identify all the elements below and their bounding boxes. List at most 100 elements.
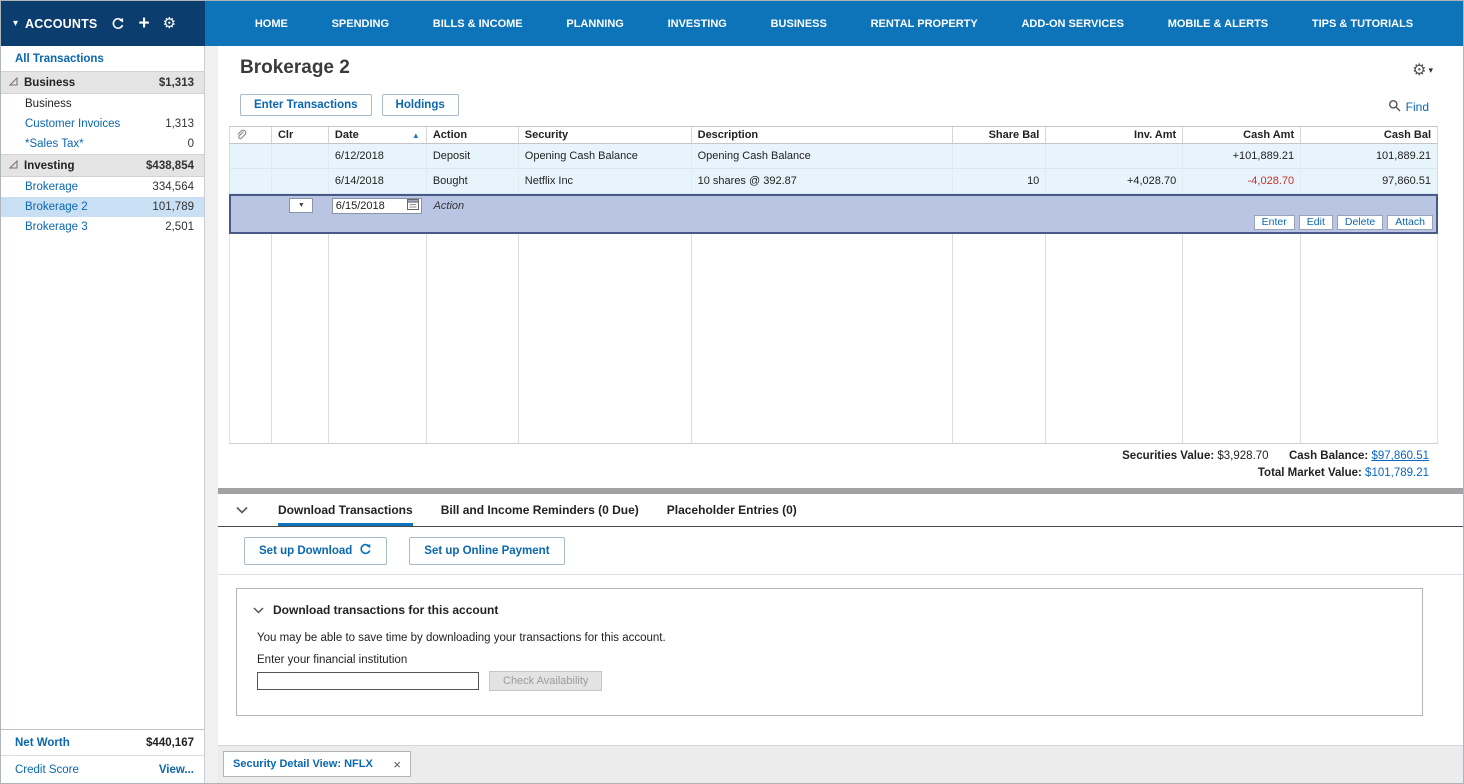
- account-amount: 1,313: [165, 118, 194, 130]
- net-worth-row[interactable]: Net Worth $440,167: [1, 729, 204, 755]
- attach-column-header[interactable]: [230, 127, 272, 143]
- transaction-register: Clr Date▲ Action Security Description Sh…: [229, 126, 1438, 444]
- security-column-header[interactable]: Security: [519, 127, 692, 143]
- set-up-download-button[interactable]: Set up Download: [244, 537, 387, 565]
- transaction-row[interactable]: 6/14/2018 Bought Netflix Inc 10 shares @…: [229, 169, 1438, 194]
- collapse-triangle-icon: [9, 160, 18, 172]
- sidebar-item-brokerage-2[interactable]: Brokerage 2 101,789: [1, 197, 204, 217]
- nav-tips-tutorials[interactable]: TIPS & TUTORIALS: [1312, 18, 1413, 30]
- accounts-title[interactable]: ACCOUNTS: [25, 17, 97, 31]
- securities-value-label: Securities Value:: [1122, 450, 1214, 462]
- check-availability-button[interactable]: Check Availability: [489, 671, 602, 691]
- sidebar-section-business[interactable]: Business $1,313: [1, 71, 204, 94]
- refresh-icon[interactable]: [111, 17, 125, 31]
- calendar-icon[interactable]: [407, 198, 419, 213]
- nav-planning[interactable]: PLANNING: [566, 18, 623, 30]
- share-bal-column-header[interactable]: Share Bal: [953, 127, 1046, 143]
- txn-action: Deposit: [427, 144, 519, 168]
- txn-description: Opening Cash Balance: [692, 144, 954, 168]
- download-transactions-box: Download transactions for this account Y…: [236, 588, 1423, 716]
- security-detail-view-tab[interactable]: Security Detail View: NFLX ×: [223, 751, 411, 777]
- chevron-down-icon[interactable]: [253, 603, 264, 617]
- sidebar-item-customer-invoices[interactable]: Customer Invoices 1,313: [1, 114, 204, 134]
- accounts-collapse-caret-icon[interactable]: ▾: [13, 18, 18, 29]
- collapse-triangle-icon: [9, 77, 18, 89]
- credit-score-view-link[interactable]: View...: [159, 764, 194, 776]
- register-toolbar: Enter Transactions Holdings: [240, 94, 459, 116]
- tab-placeholder-entries[interactable]: Placeholder Entries (0): [667, 494, 797, 526]
- account-summary: Securities Value: $3,928.70 Cash Balance…: [1122, 450, 1429, 484]
- set-up-online-payment-button[interactable]: Set up Online Payment: [409, 537, 564, 565]
- bottom-strip: Security Detail View: NFLX ×: [218, 745, 1463, 783]
- txn-security: Netflix Inc: [519, 169, 692, 193]
- financial-institution-input[interactable]: [257, 672, 479, 690]
- edit-date-input[interactable]: [336, 200, 398, 212]
- sidebar-section-investing[interactable]: Investing $438,854: [1, 154, 204, 177]
- download-box-description: You may be able to save time by download…: [237, 617, 1422, 644]
- tab-download-transactions[interactable]: Download Transactions: [278, 494, 413, 526]
- action-field-placeholder[interactable]: Action: [434, 200, 465, 212]
- sidebar-item-business-account[interactable]: Business: [1, 94, 204, 114]
- clr-column-header[interactable]: Clr: [272, 127, 329, 143]
- account-actions-gear-icon[interactable]: ⚙▾: [1412, 60, 1433, 80]
- sidebar-item-all-transactions[interactable]: All Transactions: [1, 46, 204, 71]
- cash-bal-column-header[interactable]: Cash Bal: [1301, 127, 1437, 143]
- description-column-header[interactable]: Description: [692, 127, 954, 143]
- nav-spending[interactable]: SPENDING: [332, 18, 389, 30]
- nav-addon-services[interactable]: ADD-ON SERVICES: [1021, 18, 1123, 30]
- sidebar-item-brokerage-3[interactable]: Brokerage 3 2,501: [1, 217, 204, 237]
- divider: [218, 574, 1463, 575]
- find-control[interactable]: Find: [1388, 99, 1429, 115]
- txn-cash-amt: +101,889.21: [1183, 144, 1301, 168]
- credit-score-row[interactable]: Credit Score View...: [1, 755, 204, 783]
- top-bar: ▾ ACCOUNTS + ⚙ HOME SPENDING BILLS & INC…: [1, 1, 1463, 46]
- txn-cash-amt: -4,028.70: [1183, 169, 1301, 193]
- nav-mobile-alerts[interactable]: MOBILE & ALERTS: [1168, 18, 1268, 30]
- cash-balance-label: Cash Balance:: [1289, 450, 1368, 462]
- txn-share-bal: 10: [953, 169, 1046, 193]
- txn-action: Bought: [427, 169, 519, 193]
- action-column-header[interactable]: Action: [427, 127, 519, 143]
- nav-business[interactable]: BUSINESS: [771, 18, 827, 30]
- register-empty-area[interactable]: [229, 234, 1438, 444]
- account-amount: 0: [188, 138, 194, 150]
- nav-rental-property[interactable]: RENTAL PROPERTY: [871, 18, 978, 30]
- edit-button[interactable]: Edit: [1299, 215, 1333, 230]
- txn-date: 6/12/2018: [329, 144, 427, 168]
- txn-inv-amt: [1046, 144, 1183, 168]
- nav-home[interactable]: HOME: [255, 18, 288, 30]
- attach-button[interactable]: Attach: [1387, 215, 1433, 230]
- date-column-header[interactable]: Date▲: [329, 127, 427, 143]
- section-total: $1,313: [159, 77, 194, 89]
- collapse-panel-chevron-icon[interactable]: [236, 506, 248, 514]
- add-account-icon[interactable]: +: [138, 17, 149, 31]
- sidebar-item-brokerage[interactable]: Brokerage 334,564: [1, 177, 204, 197]
- account-label: Brokerage 3: [25, 221, 88, 233]
- security-detail-tab-label: Security Detail View: NFLX: [233, 758, 373, 770]
- delete-button[interactable]: Delete: [1337, 215, 1383, 230]
- txn-inv-amt: +4,028.70: [1046, 169, 1183, 193]
- enter-button[interactable]: Enter: [1254, 215, 1295, 230]
- enter-transactions-button[interactable]: Enter Transactions: [240, 94, 372, 116]
- all-transactions-label: All Transactions: [15, 53, 104, 65]
- nav-bills-income[interactable]: BILLS & INCOME: [433, 18, 523, 30]
- total-market-value: $101,789.21: [1365, 467, 1429, 479]
- close-icon[interactable]: ×: [393, 757, 401, 772]
- accounts-gear-icon[interactable]: ⚙: [163, 17, 176, 31]
- net-worth-value: $440,167: [146, 737, 194, 749]
- account-label: Brokerage 2: [25, 201, 88, 213]
- holdings-button[interactable]: Holdings: [382, 94, 459, 116]
- section-total: $438,854: [146, 160, 194, 172]
- tab-bill-income-reminders[interactable]: Bill and Income Reminders (0 Due): [441, 494, 639, 526]
- sidebar-item-sales-tax[interactable]: *Sales Tax* 0: [1, 134, 204, 154]
- cash-amt-column-header[interactable]: Cash Amt: [1183, 127, 1301, 143]
- setup-actions: Set up Download Set up Online Payment: [244, 537, 565, 565]
- financial-institution-label: Enter your financial institution: [237, 644, 1422, 671]
- inv-amt-column-header[interactable]: Inv. Amt: [1046, 127, 1183, 143]
- nav-investing[interactable]: INVESTING: [668, 18, 727, 30]
- register-header-row: Clr Date▲ Action Security Description Sh…: [229, 126, 1438, 144]
- clr-dropdown[interactable]: ▼: [289, 198, 313, 213]
- transaction-row[interactable]: 6/12/2018 Deposit Opening Cash Balance O…: [229, 144, 1438, 169]
- cash-balance-value[interactable]: $97,860.51: [1371, 450, 1429, 462]
- section-label: Investing: [24, 160, 74, 172]
